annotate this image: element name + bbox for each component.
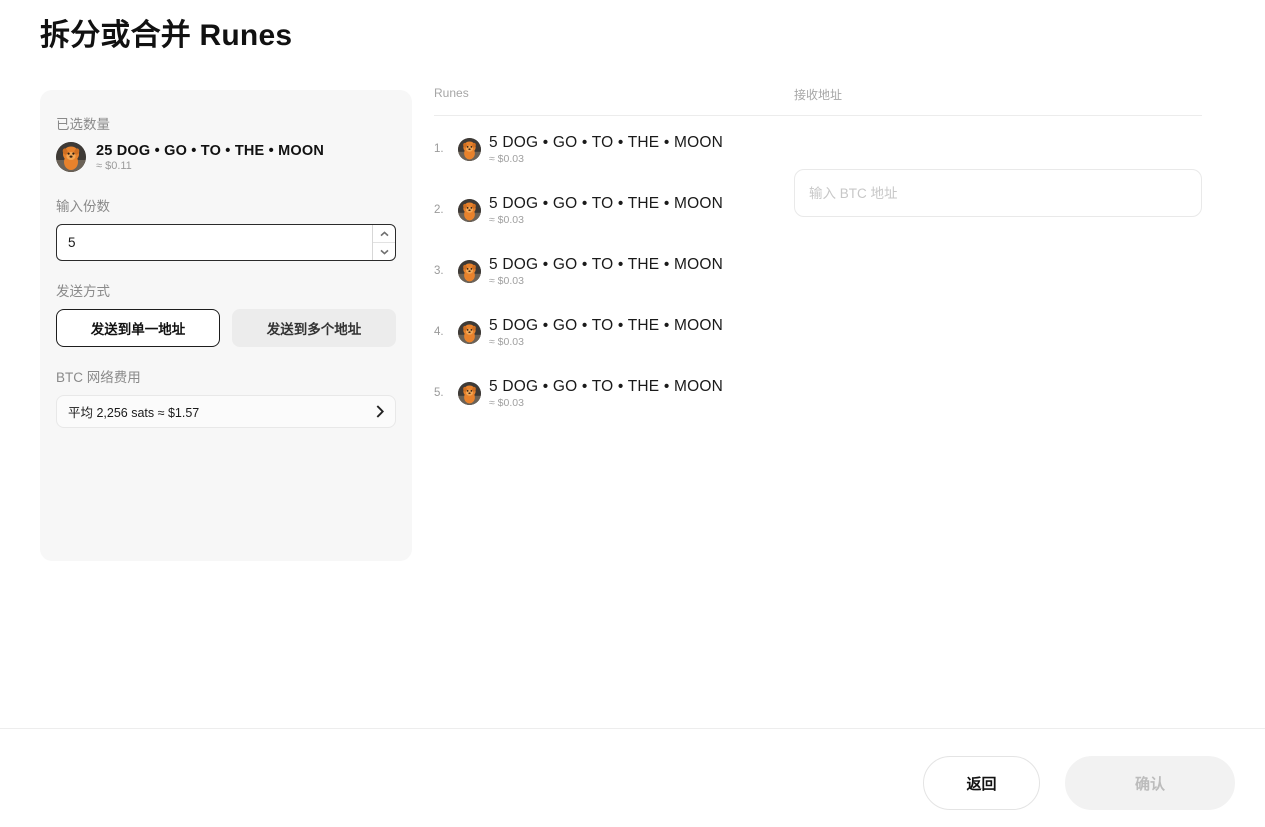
- split-merge-runes-page: 拆分或合并 Runes 已选数量: [0, 0, 1265, 827]
- chevron-up-icon: [380, 231, 389, 237]
- rune-name: 5 DOG • GO • TO • THE • MOON: [489, 195, 723, 213]
- network-fee-label: BTC 网络费用: [56, 369, 396, 387]
- shares-input-label: 输入份数: [56, 198, 396, 216]
- selected-token-usd: ≈ $0.11: [96, 160, 324, 172]
- footer-divider: [0, 728, 1265, 729]
- rune-usd: ≈ $0.03: [489, 275, 723, 287]
- row-index: 3.: [434, 265, 450, 277]
- row-texts: 5 DOG • GO • TO • THE • MOON ≈ $0.03: [489, 195, 723, 226]
- row-texts: 5 DOG • GO • TO • THE • MOON ≈ $0.03: [489, 134, 723, 165]
- list-item: 4.: [434, 312, 794, 352]
- dog-token-avatar-icon: [458, 321, 481, 344]
- spacer-2: [56, 347, 396, 369]
- row-texts: 5 DOG • GO • TO • THE • MOON ≈ $0.03: [489, 256, 723, 287]
- dog-token-avatar-icon: [458, 382, 481, 405]
- dog-token-avatar-art: [458, 321, 481, 344]
- send-to-single-address-button[interactable]: 发送到单一地址: [56, 309, 220, 347]
- rune-usd: ≈ $0.03: [489, 397, 723, 409]
- rune-name: 5 DOG • GO • TO • THE • MOON: [489, 134, 723, 152]
- dog-token-avatar-icon: [458, 260, 481, 283]
- dog-token-avatar-art: [458, 260, 481, 283]
- back-button[interactable]: 返回: [923, 756, 1040, 810]
- row-index: 1.: [434, 143, 450, 155]
- shares-increment-button[interactable]: [373, 225, 395, 242]
- receive-address-input[interactable]: [794, 169, 1202, 217]
- row-texts: 5 DOG • GO • TO • THE • MOON ≈ $0.03: [489, 317, 723, 348]
- network-fee-selector[interactable]: 平均 2,256 sats ≈ $1.57: [56, 395, 396, 428]
- send-to-multiple-addresses-button[interactable]: 发送到多个地址: [232, 309, 396, 347]
- dog-token-avatar-art: [56, 142, 86, 172]
- list-item: 2.: [434, 190, 794, 230]
- column-header-runes: Runes: [434, 86, 794, 103]
- spacer: [56, 261, 396, 283]
- runes-output-list: 1.: [434, 129, 794, 413]
- chevron-right-icon: [376, 405, 384, 418]
- dog-token-avatar-icon: [458, 138, 481, 161]
- column-headers: Runes 接收地址: [434, 86, 1202, 115]
- row-index: 5.: [434, 387, 450, 399]
- confirm-button[interactable]: 确认: [1065, 756, 1235, 810]
- footer-actions: 返回 确认: [923, 756, 1235, 810]
- selected-amount-label: 已选数量: [56, 116, 396, 134]
- send-mode-label: 发送方式: [56, 283, 396, 301]
- rune-name: 5 DOG • GO • TO • THE • MOON: [489, 378, 723, 396]
- header-divider: [434, 115, 1202, 116]
- rune-usd: ≈ $0.03: [489, 336, 723, 348]
- rune-usd: ≈ $0.03: [489, 214, 723, 226]
- selected-token-texts: 25 DOG • GO • TO • THE • MOON ≈ $0.11: [96, 143, 324, 172]
- right-output-panel: Runes 接收地址 1.: [434, 86, 1202, 434]
- list-item: 1.: [434, 129, 794, 169]
- dog-token-avatar-art: [458, 199, 481, 222]
- shares-decrement-button[interactable]: [373, 242, 395, 260]
- chevron-down-icon: [380, 249, 389, 255]
- dog-token-avatar-art: [458, 138, 481, 161]
- list-item: 5.: [434, 373, 794, 413]
- column-header-address: 接收地址: [794, 86, 842, 103]
- shares-input-wrapper[interactable]: [56, 224, 396, 261]
- page-title: 拆分或合并 Runes: [40, 16, 292, 56]
- list-item: 3.: [434, 251, 794, 291]
- rune-name: 5 DOG • GO • TO • THE • MOON: [489, 256, 723, 274]
- dog-token-avatar-icon: [56, 142, 86, 172]
- send-mode-toggle-group: 发送到单一地址 发送到多个地址: [56, 309, 396, 347]
- shares-input[interactable]: [57, 225, 372, 260]
- dog-token-avatar-art: [458, 382, 481, 405]
- network-fee-value: 平均 2,256 sats ≈ $1.57: [68, 402, 199, 421]
- dog-token-avatar-icon: [458, 199, 481, 222]
- selected-token-row: 25 DOG • GO • TO • THE • MOON ≈ $0.11: [56, 142, 396, 172]
- row-index: 4.: [434, 326, 450, 338]
- selected-token-amount: 25 DOG • GO • TO • THE • MOON: [96, 143, 324, 159]
- shares-stepper[interactable]: [372, 225, 395, 260]
- left-config-card: 已选数量: [40, 90, 412, 561]
- row-index: 2.: [434, 204, 450, 216]
- rune-name: 5 DOG • GO • TO • THE • MOON: [489, 317, 723, 335]
- row-texts: 5 DOG • GO • TO • THE • MOON ≈ $0.03: [489, 378, 723, 409]
- rune-usd: ≈ $0.03: [489, 153, 723, 165]
